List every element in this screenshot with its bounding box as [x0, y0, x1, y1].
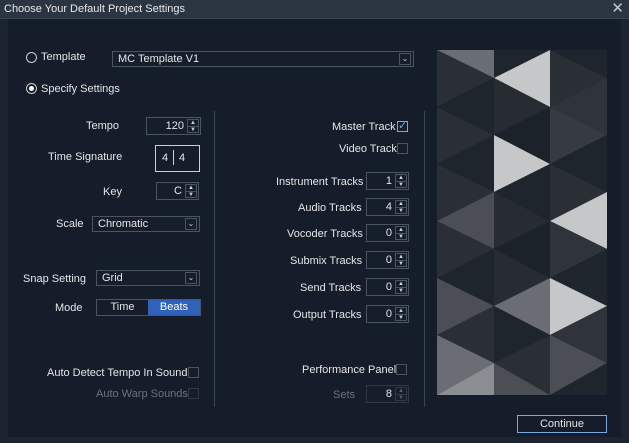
master-track-label: Master Track — [332, 121, 396, 133]
vocoder-tracks-label: Vocoder Tracks — [287, 228, 363, 240]
send-tracks-stepper[interactable]: 0 ▲ ▼ — [366, 278, 409, 296]
key-value: C — [174, 185, 182, 197]
auto-detect-label: Auto Detect Tempo In Sounds — [47, 367, 193, 379]
sets-stepper[interactable]: 8 ▲ ▼ — [366, 385, 409, 403]
spinner-arrows-icon[interactable]: ▲ ▼ — [395, 280, 407, 294]
scale-dropdown[interactable]: Chromatic ⌄ — [92, 216, 200, 232]
snap-setting-label: Snap Setting — [23, 273, 86, 285]
spinner-arrows-icon[interactable]: ▲ ▼ — [185, 184, 197, 198]
spinner-arrows-icon[interactable]: ▲ ▼ — [395, 226, 407, 240]
close-icon[interactable]: ✕ — [611, 0, 624, 18]
snap-setting-value: Grid — [102, 272, 123, 284]
spinner-arrows-icon[interactable]: ▲ ▼ — [395, 200, 407, 214]
column-separator — [214, 111, 215, 407]
video-track-checkbox[interactable] — [397, 143, 408, 154]
spinner-arrows-icon[interactable]: ▲ ▼ — [187, 119, 199, 133]
sets-value: 8 — [385, 388, 392, 400]
continue-button[interactable]: Continue — [517, 415, 607, 433]
window-title: Choose Your Default Project Settings — [4, 3, 186, 15]
chevron-down-icon: ⌄ — [399, 53, 411, 65]
time-signature-field[interactable]: 4 4 — [155, 145, 200, 172]
mode-time-button[interactable]: Time — [97, 300, 148, 315]
spinner-arrows-icon[interactable]: ▲ ▼ — [395, 307, 407, 321]
sets-label: Sets — [333, 389, 356, 401]
dialog-body: Template MC Template V1 ⌄ Specify Settin… — [8, 19, 621, 437]
vocoder-tracks-stepper[interactable]: 0 ▲ ▼ — [366, 224, 409, 242]
tempo-value: 120 — [165, 120, 184, 132]
video-track-label: Video Track — [339, 143, 397, 155]
auto-warp-checkbox[interactable] — [188, 388, 199, 399]
audio-tracks-label: Audio Tracks — [298, 202, 362, 214]
template-label: Template — [41, 51, 86, 63]
send-tracks-value: 0 — [385, 281, 392, 293]
auto-detect-checkbox[interactable] — [188, 367, 199, 378]
output-tracks-value: 0 — [385, 308, 392, 320]
chevron-down-icon: ⌄ — [185, 272, 197, 284]
mode-beats-button[interactable]: Beats — [148, 300, 200, 315]
mode-label: Mode — [55, 302, 83, 314]
key-stepper[interactable]: C ▲ ▼ — [156, 182, 199, 200]
master-track-checkbox[interactable] — [397, 119, 408, 132]
audio-tracks-stepper[interactable]: 4 ▲ ▼ — [366, 198, 409, 216]
specify-settings-radio[interactable] — [26, 83, 37, 94]
output-tracks-stepper[interactable]: 0 ▲ ▼ — [366, 305, 409, 323]
submix-tracks-stepper[interactable]: 0 ▲ ▼ — [366, 251, 409, 269]
title-bar: Choose Your Default Project Settings ✕ — [0, 0, 629, 19]
auto-warp-label: Auto Warp Sounds — [96, 388, 188, 400]
submix-tracks-value: 0 — [385, 254, 392, 266]
tempo-label: Tempo — [86, 120, 120, 132]
submix-tracks-label: Submix Tracks — [290, 255, 363, 267]
time-signature-denominator[interactable]: 4 — [179, 152, 185, 164]
performance-panel-checkbox[interactable] — [396, 364, 407, 375]
instrument-tracks-stepper[interactable]: 1 ▲ ▼ — [366, 172, 409, 190]
scale-value: Chromatic — [98, 218, 149, 230]
decorative-triangle-art — [437, 50, 607, 395]
template-value: MC Template V1 — [118, 53, 200, 65]
spinner-arrows-icon[interactable]: ▲ ▼ — [395, 387, 407, 401]
performance-panel-label: Performance Panel — [302, 364, 397, 376]
mode-toggle: Time Beats — [96, 299, 201, 316]
output-tracks-label: Output Tracks — [293, 309, 362, 321]
snap-setting-dropdown[interactable]: Grid ⌄ — [96, 270, 200, 286]
chevron-down-icon: ⌄ — [185, 218, 197, 230]
template-radio[interactable] — [26, 52, 37, 63]
column-separator — [424, 111, 425, 407]
tempo-stepper[interactable]: 120 ▲ ▼ — [146, 117, 201, 135]
template-dropdown[interactable]: MC Template V1 ⌄ — [112, 51, 414, 67]
send-tracks-label: Send Tracks — [300, 282, 362, 294]
instrument-tracks-label: Instrument Tracks — [276, 176, 364, 188]
audio-tracks-value: 4 — [385, 201, 392, 213]
time-signature-numerator[interactable]: 4 — [162, 152, 168, 164]
time-signature-divider — [173, 150, 174, 165]
instrument-tracks-value: 1 — [385, 175, 392, 187]
vocoder-tracks-value: 0 — [385, 227, 392, 239]
spinner-arrows-icon[interactable]: ▲ ▼ — [395, 253, 407, 267]
specify-settings-label: Specify Settings — [41, 83, 120, 95]
scale-label: Scale — [56, 218, 84, 230]
key-label: Key — [103, 186, 122, 198]
time-signature-label: Time Signature — [48, 151, 123, 163]
spinner-arrows-icon[interactable]: ▲ ▼ — [395, 174, 407, 188]
